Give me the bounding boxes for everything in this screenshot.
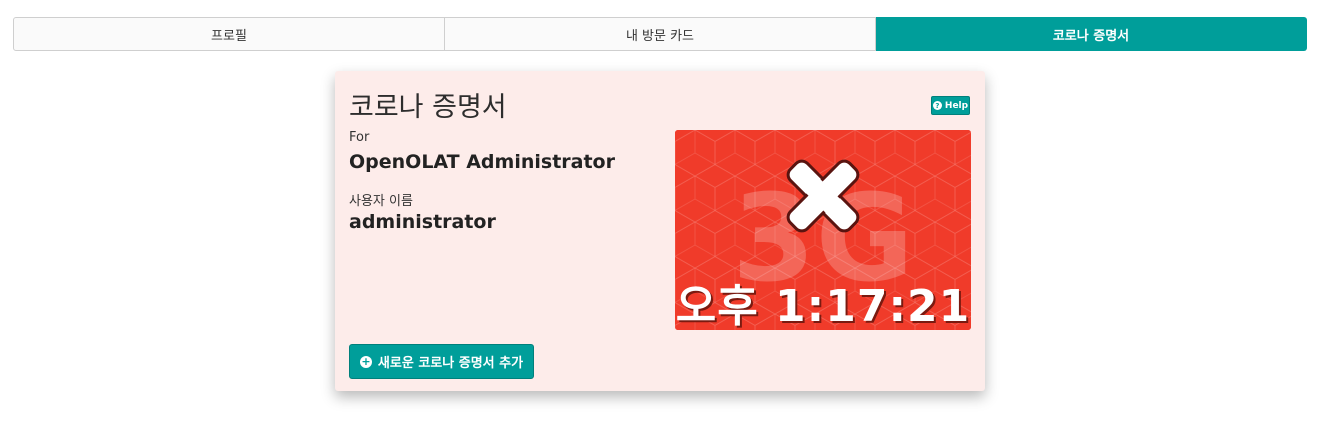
- plus-circle-icon: +: [359, 354, 372, 368]
- tab-profile[interactable]: 프로필: [13, 17, 445, 51]
- add-certificate-label: 새로운 코로나 증명서 추가: [377, 356, 524, 371]
- tab-visit-card[interactable]: 내 방문 카드: [445, 17, 876, 51]
- username-label: 사용자 이름: [349, 194, 413, 209]
- help-button[interactable]: ? Help: [931, 96, 970, 115]
- for-label: For: [349, 130, 370, 145]
- certificate-time: 오후 1:17:21: [675, 281, 971, 330]
- help-button-label: Help: [944, 100, 969, 111]
- tab-covid-certificate[interactable]: 코로나 증명서: [876, 17, 1307, 51]
- page-title: 코로나 증명서: [349, 92, 507, 123]
- certificate-status-image: 3G 오후 1:17:21: [675, 130, 971, 330]
- full-name: OpenOLAT Administrator: [349, 151, 615, 173]
- add-certificate-button[interactable]: + 새로운 코로나 증명서 추가: [349, 344, 534, 379]
- username-value: administrator: [349, 211, 496, 233]
- question-icon: ?: [932, 101, 942, 110]
- covid-certificate-card: 코로나 증명서 ? Help For OpenOLAT Administrato…: [335, 71, 985, 391]
- tab-bar: 프로필 내 방문 카드 코로나 증명서: [13, 17, 1307, 51]
